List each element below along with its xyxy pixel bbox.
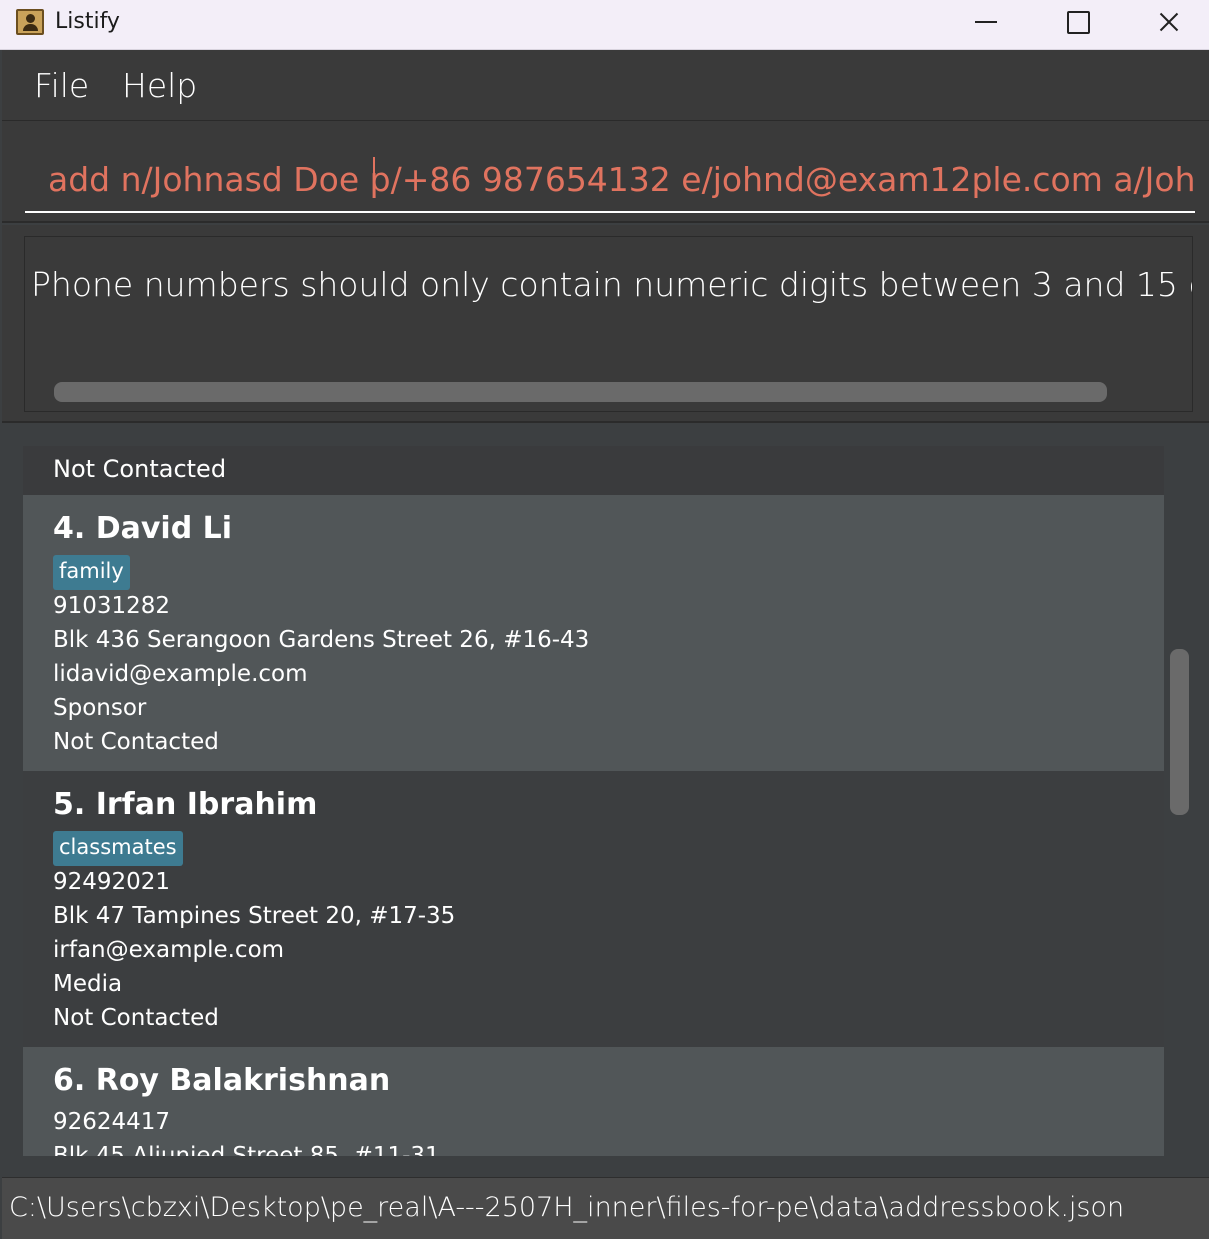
- person-card[interactable]: 6. Roy Balakrishnan 92624417 Blk 45 Alju…: [23, 1047, 1164, 1156]
- person-phone: 91031282: [53, 593, 171, 619]
- person-name: 4. David Li: [53, 511, 233, 546]
- person-name: 6. Roy Balakrishnan: [53, 1063, 391, 1098]
- text-cursor: [373, 157, 375, 197]
- person-address: Blk 45 Aljunied Street 85, #11-31: [53, 1143, 440, 1156]
- address-book-icon: [16, 9, 44, 35]
- person-role: Sponsor: [53, 695, 147, 721]
- tag-badge: family: [53, 555, 130, 590]
- menu-bar: File Help: [2, 50, 1209, 121]
- window-title: Listify: [55, 9, 120, 34]
- group-header-label: Not Contacted: [53, 455, 227, 483]
- person-name: 5. Irfan Ibrahim: [53, 787, 318, 822]
- person-card[interactable]: 5. Irfan Ibrahim classmates 92492021 Blk…: [23, 771, 1164, 1047]
- person-phone: 92492021: [53, 869, 171, 895]
- command-input[interactable]: [25, 147, 1195, 213]
- status-bar: C:\Users\cbzxi\Desktop\pe_real\A---2507H…: [2, 1177, 1209, 1239]
- command-box: [2, 121, 1209, 223]
- person-list[interactable]: Not Contacted 4. David Li family 9103128…: [23, 446, 1164, 1156]
- person-email: lidavid@example.com: [53, 661, 308, 687]
- person-status: Not Contacted: [53, 1005, 219, 1031]
- menu-help[interactable]: Help: [122, 66, 197, 105]
- person-phone: 92624417: [53, 1109, 171, 1135]
- title-bar: Listify: [0, 0, 1209, 50]
- save-file-path: C:\Users\cbzxi\Desktop\pe_real\A---2507H…: [9, 1192, 1125, 1223]
- person-status: Not Contacted: [53, 729, 219, 755]
- person-role: Media: [53, 971, 123, 997]
- menu-file[interactable]: File: [34, 66, 89, 105]
- person-address: Blk 47 Tampines Street 20, #17-35: [53, 903, 456, 929]
- result-text-area[interactable]: Phone numbers should only contain numeri…: [24, 236, 1193, 412]
- result-display: Phone numbers should only contain numeri…: [2, 225, 1209, 423]
- close-button[interactable]: [1139, 0, 1199, 46]
- result-message: Phone numbers should only contain numeri…: [31, 265, 1192, 304]
- tag-badge: classmates: [53, 831, 183, 866]
- person-email: irfan@example.com: [53, 937, 285, 963]
- person-address: Blk 436 Serangoon Gardens Street 26, #16…: [53, 627, 590, 653]
- maximize-button[interactable]: [1046, 0, 1106, 46]
- group-header: Not Contacted: [23, 446, 1164, 495]
- vertical-scrollbar[interactable]: [1170, 649, 1189, 815]
- person-card[interactable]: 4. David Li family 91031282 Blk 436 Sera…: [23, 495, 1164, 771]
- person-list-panel: Not Contacted 4. David Li family 9103128…: [2, 425, 1209, 1177]
- horizontal-scrollbar[interactable]: [54, 382, 1107, 402]
- minimize-button[interactable]: [956, 0, 1016, 46]
